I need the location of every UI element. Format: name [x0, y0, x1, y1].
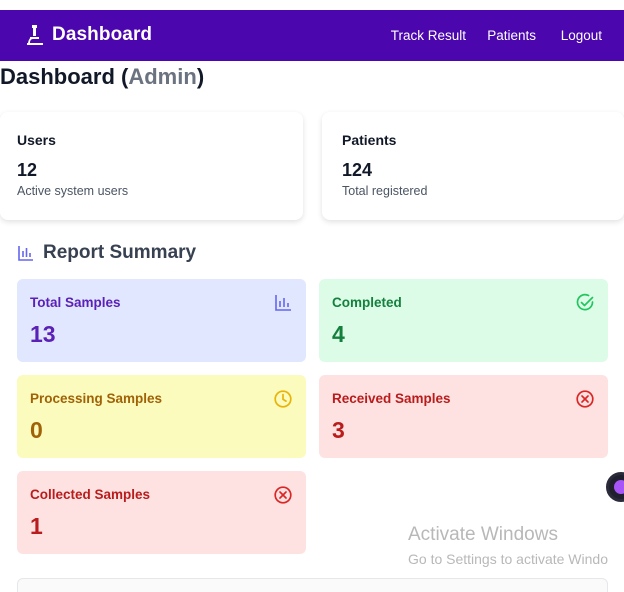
- assistant-bubble[interactable]: [606, 472, 624, 502]
- page-title: Dashboard (Admin): [0, 64, 204, 90]
- x-circle-icon: [576, 390, 594, 408]
- tile-value: 13: [30, 321, 56, 347]
- activate-windows-watermark: Activate Windows Go to Settings to activ…: [408, 524, 608, 567]
- tile-value: 3: [332, 417, 345, 443]
- page-title-prefix: Dashboard (: [0, 64, 129, 89]
- watermark-subtitle: Go to Settings to activate Windo: [408, 551, 608, 567]
- assistant-avatar-icon: [614, 480, 624, 494]
- tile-label: Collected Samples: [30, 487, 151, 502]
- stat-label: Users: [17, 132, 56, 148]
- received-samples-tile[interactable]: Received Samples 3: [319, 375, 608, 458]
- collected-samples-tile[interactable]: Collected Samples 1: [17, 471, 306, 554]
- users-stat-card: Users 12 Active system users: [0, 112, 303, 220]
- tile-label: Received Samples: [332, 391, 451, 406]
- stat-value: 12: [17, 160, 38, 180]
- report-summary-heading: Report Summary: [17, 242, 196, 264]
- brand[interactable]: Dashboard: [24, 23, 152, 47]
- total-samples-tile[interactable]: Total Samples 13: [17, 279, 306, 362]
- bar-chart-icon: [18, 246, 33, 261]
- x-circle-icon: [274, 486, 292, 504]
- tile-value: 0: [30, 417, 43, 443]
- clock-icon: [274, 390, 292, 408]
- nav-link-logout[interactable]: Logout: [561, 28, 602, 43]
- tile-value: 1: [30, 513, 43, 539]
- watermark-title: Activate Windows: [408, 524, 558, 545]
- tile-label: Total Samples: [30, 295, 121, 310]
- stat-subtext: Total registered: [342, 184, 428, 198]
- next-section-panel: [17, 578, 608, 592]
- nav-link-track-result[interactable]: Track Result: [391, 28, 466, 43]
- report-summary-title: Report Summary: [43, 242, 197, 263]
- stat-subtext: Active system users: [17, 184, 129, 198]
- brand-title: Dashboard: [52, 24, 153, 45]
- tile-value: 4: [332, 321, 345, 347]
- patients-stat-card: Patients 124 Total registered: [322, 112, 624, 220]
- stat-label: Patients: [342, 132, 397, 148]
- microscope-icon: [27, 25, 43, 45]
- page-title-role: Admin: [128, 64, 197, 89]
- page-title-suffix: ): [196, 64, 205, 89]
- tile-label: Completed: [332, 295, 402, 310]
- top-navbar: Dashboard Track Result Patients Logout: [0, 10, 624, 61]
- bar-chart-icon: [275, 295, 291, 311]
- tile-label: Processing Samples: [30, 391, 163, 406]
- nav-link-patients[interactable]: Patients: [487, 28, 536, 43]
- stat-value: 124: [342, 160, 373, 180]
- processing-samples-tile[interactable]: Processing Samples 0: [17, 375, 306, 458]
- check-circle-icon: [576, 293, 594, 311]
- completed-tile[interactable]: Completed 4: [319, 279, 608, 362]
